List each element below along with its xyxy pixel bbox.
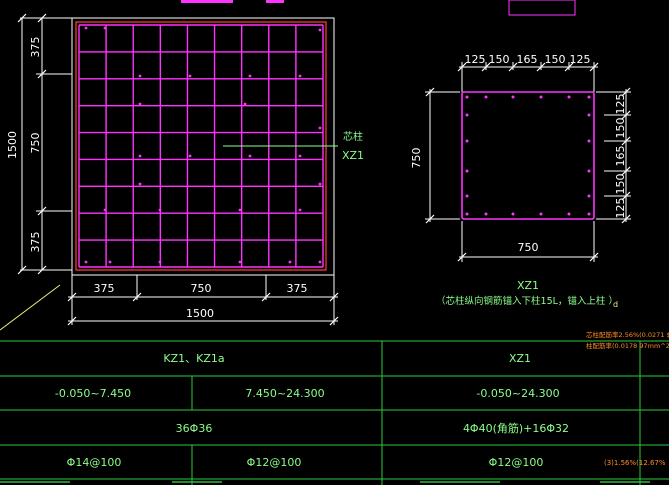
rebar-dot — [248, 74, 252, 78]
bottom-dim-3: 375 — [287, 282, 308, 295]
xz1-note-mark: d — [613, 300, 618, 309]
xz1-rebar-dot — [587, 95, 591, 99]
cad-drawing: 375 750 375 1500 375 750 375 1500 芯柱 XZ1… — [0, 0, 669, 485]
leader-line — [0, 284, 61, 331]
svg-text:4Φ40(角筋)+16Φ32: 4Φ40(角筋)+16Φ32 — [463, 421, 569, 435]
bottom-ratio: (3)1.56%(12.67% — [604, 459, 666, 467]
xz1-rebar-dot — [511, 212, 515, 216]
rebar-dot — [238, 208, 242, 212]
core-name: XZ1 — [342, 149, 364, 162]
svg-text:Φ12@100: Φ12@100 — [489, 456, 544, 469]
svg-text:750: 750 — [518, 241, 539, 254]
xz1-rebar-dot — [567, 95, 571, 99]
xz1-rebar-dot — [587, 169, 591, 173]
xz1-rebar-dot — [465, 194, 469, 198]
bottom-strip — [0, 481, 650, 483]
xz1-rebar-dot — [587, 194, 591, 198]
left-dim-total: 1500 — [6, 131, 19, 159]
main-section: 375 750 375 1500 375 750 375 1500 芯柱 XZ1 — [6, 13, 364, 326]
rebar-dot — [298, 154, 302, 158]
top-fragments — [181, 0, 576, 16]
svg-text:36Φ36: 36Φ36 — [176, 422, 213, 435]
svg-text:-0.050~7.450: -0.050~7.450 — [55, 387, 131, 400]
rebar-dot — [188, 74, 192, 78]
rebar-dot — [103, 26, 107, 30]
header-kz1: KZ1、KZ1a — [163, 352, 224, 365]
rebar-dot — [84, 26, 88, 30]
svg-text:-0.050~24.300: -0.050~24.300 — [476, 387, 559, 400]
rebar-dot — [158, 260, 162, 264]
xz1-rebar-dot — [539, 212, 543, 216]
rebar-dot — [318, 28, 322, 32]
rebar-dot — [248, 154, 252, 158]
rebar-dot — [158, 208, 162, 212]
rebar-dot — [108, 260, 112, 264]
xz1-rebar-dot — [539, 95, 543, 99]
xz1-title: XZ1 — [517, 279, 539, 292]
xz1-rebar-dot — [484, 95, 488, 99]
xz1-rebar-dot — [587, 139, 591, 143]
xz1-rebar-dot — [465, 169, 469, 173]
xz1-rebar-dot — [465, 95, 469, 99]
rebar-dot — [138, 182, 142, 186]
xz1-rebar-dot — [587, 113, 591, 117]
xz1-rebar-dot — [567, 212, 571, 216]
xz1-rebar-dot — [465, 113, 469, 117]
side-note-1: 芯柱配筋率2.56%(0.0271 $ — [586, 330, 669, 339]
svg-text:125: 125 — [465, 53, 486, 66]
svg-text:165: 165 — [517, 53, 538, 66]
rebar-dot — [288, 260, 292, 264]
xz1-section: 125 150 165 150 125 750 125 150 165 150 … — [410, 53, 631, 309]
svg-text:150: 150 — [614, 118, 627, 139]
svg-text:750: 750 — [410, 148, 423, 169]
rebar-dot — [243, 102, 247, 106]
side-note-2: 柱配筋率(0.0178 97mm^2) — [586, 341, 669, 350]
rebar-dot — [138, 154, 142, 158]
left-dim-1: 375 — [29, 37, 42, 58]
left-dim-2: 750 — [29, 133, 42, 154]
svg-text:150: 150 — [489, 53, 510, 66]
left-dim-3: 375 — [29, 232, 42, 253]
rebar-dot — [238, 260, 242, 264]
svg-text:Φ14@100: Φ14@100 — [67, 456, 122, 469]
rebar-dot — [318, 260, 322, 264]
header-xz1: XZ1 — [509, 352, 531, 365]
rebar-dot — [318, 126, 322, 130]
svg-text:125: 125 — [570, 53, 591, 66]
rebar-dot — [103, 208, 107, 212]
bottom-dim-1: 375 — [94, 282, 115, 295]
svg-text:125: 125 — [614, 198, 627, 219]
core-label: 芯柱 — [343, 130, 363, 143]
xz1-rebar-dot — [465, 139, 469, 143]
xz1-rebar-dot — [587, 212, 591, 216]
rebar-dot — [84, 260, 88, 264]
svg-text:Φ12@100: Φ12@100 — [247, 456, 302, 469]
bottom-dim-total: 1500 — [186, 307, 214, 320]
xz1-rebar-dot — [484, 212, 488, 216]
rebar-dot — [188, 154, 192, 158]
xz1-rebar-dot — [465, 212, 469, 216]
table-text: KZ1、KZ1a XZ1 -0.050~7.450 7.450~24.300 -… — [55, 330, 669, 469]
bottom-dim-2: 750 — [191, 282, 212, 295]
rebar-dot — [138, 74, 142, 78]
rebar-dot — [138, 102, 142, 106]
rebar-dot — [298, 208, 302, 212]
svg-text:150: 150 — [614, 174, 627, 195]
xz1-note: （芯柱纵向钢筋锚入下柱15L，锚入上柱 ） — [436, 295, 618, 307]
svg-text:7.450~24.300: 7.450~24.300 — [245, 387, 324, 400]
svg-text:150: 150 — [545, 53, 566, 66]
rebar-dot — [298, 74, 302, 78]
svg-text:165: 165 — [614, 146, 627, 167]
svg-text:125: 125 — [614, 94, 627, 115]
rebar-dot — [318, 182, 322, 186]
xz1-rebar-dot — [511, 95, 515, 99]
